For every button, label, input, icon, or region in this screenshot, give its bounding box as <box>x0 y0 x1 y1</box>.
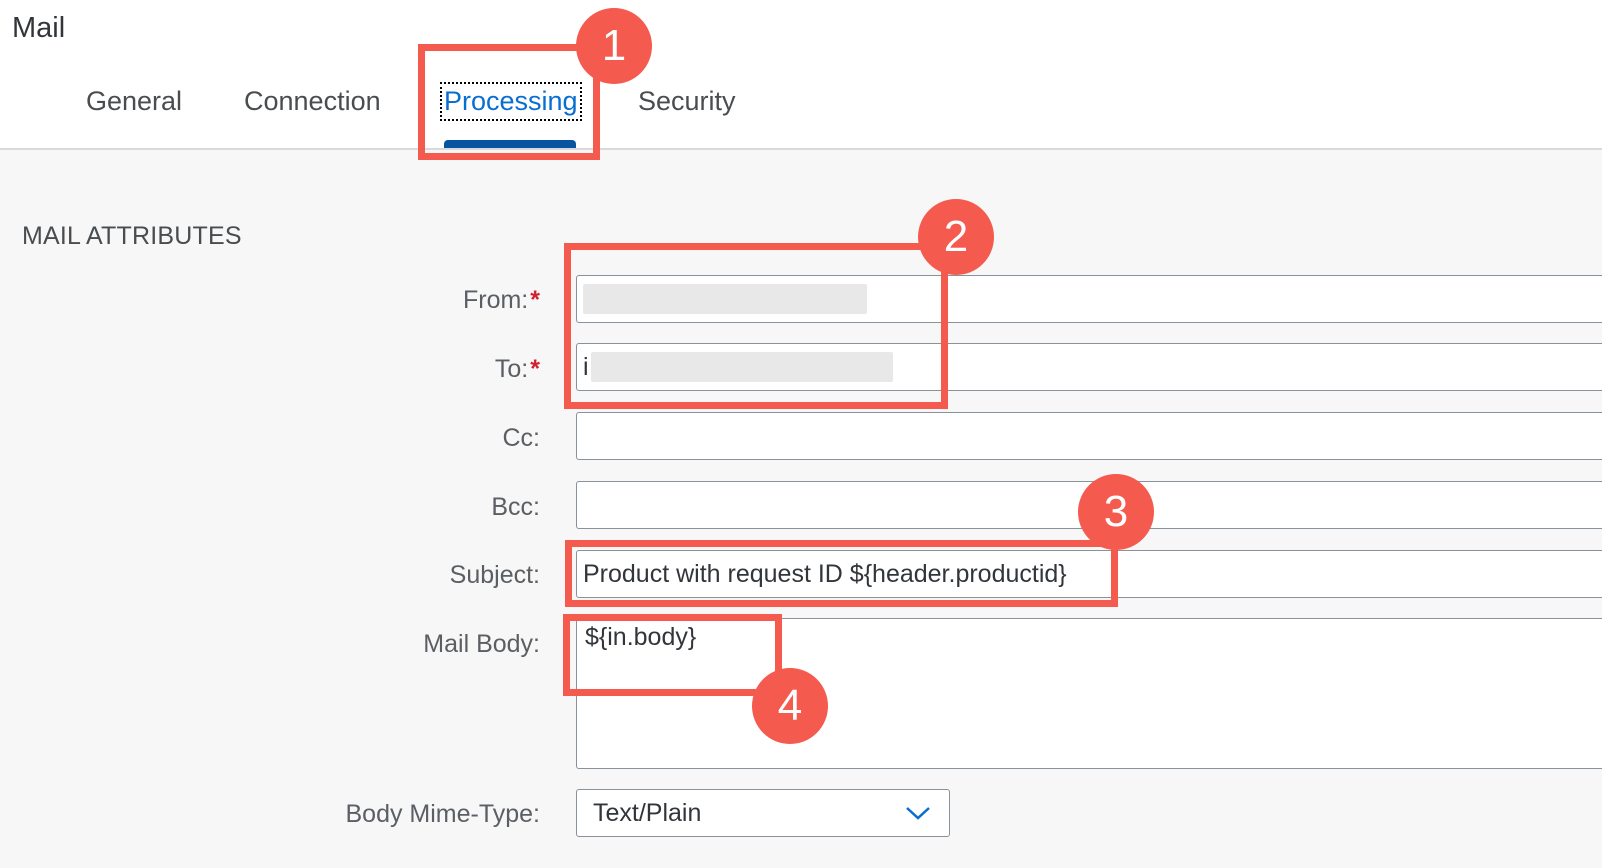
redacted-value <box>583 284 867 314</box>
mail-body-label: Mail Body: <box>423 630 540 658</box>
from-field[interactable] <box>576 275 1602 323</box>
chevron-down-icon[interactable] <box>905 804 931 822</box>
body-mime-type-select[interactable]: Text/Plain <box>576 789 950 837</box>
active-tab-indicator <box>444 140 576 148</box>
body-mime-type-label: Body Mime-Type: <box>345 800 540 828</box>
subject-label: Subject: <box>449 561 540 589</box>
mail-body-textarea[interactable]: ${in.body} <box>576 618 1602 769</box>
tab-header: Mail General Connection Processing Secur… <box>0 0 1602 150</box>
to-visible-prefix: i <box>583 353 589 381</box>
tab-general[interactable]: General <box>86 86 182 117</box>
tab-connection[interactable]: Connection <box>244 86 381 117</box>
to-label: To:* <box>494 355 540 383</box>
cc-field[interactable] <box>576 412 1602 460</box>
callout-badge-1: 1 <box>576 8 652 84</box>
callout-badge-3: 3 <box>1078 474 1154 550</box>
bcc-label: Bcc: <box>491 493 540 521</box>
to-field[interactable]: i <box>576 343 1602 391</box>
from-label: From:* <box>462 286 540 314</box>
tab-processing[interactable]: Processing <box>440 82 582 121</box>
page-title: Mail <box>12 12 66 44</box>
redacted-value <box>591 352 893 382</box>
cc-label: Cc: <box>502 424 541 452</box>
callout-badge-4: 4 <box>752 668 828 744</box>
required-marker: * <box>530 355 540 383</box>
tab-security[interactable]: Security <box>638 86 736 117</box>
section-title: MAIL ATTRIBUTES <box>22 222 242 250</box>
required-marker: * <box>530 286 540 314</box>
subject-field[interactable]: Product with request ID ${header.product… <box>576 550 1602 598</box>
callout-badge-2: 2 <box>918 199 994 275</box>
body-mime-type-value: Text/Plain <box>593 799 702 827</box>
